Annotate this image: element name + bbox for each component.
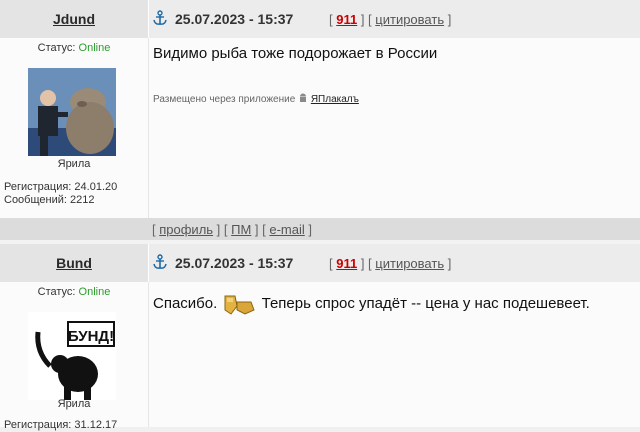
message-count: Сообщений: 2212 bbox=[4, 194, 95, 206]
avatar-image: БУНД! bbox=[35, 321, 115, 400]
anchor-icon[interactable] bbox=[153, 254, 167, 270]
post-actions: [ 911 ] [ цитировать ] bbox=[329, 12, 452, 27]
anchor-icon[interactable] bbox=[153, 10, 167, 26]
message-panel: Спасибо. Теперь спрос упадёт -- цена у н… bbox=[148, 282, 640, 427]
avatar[interactable] bbox=[28, 68, 116, 156]
author-panel: Статус: Online БУНД! Ярила Регистрация: … bbox=[0, 282, 148, 431]
avatar[interactable]: БУНД! bbox=[28, 312, 116, 400]
message-text: Спасибо. Теперь спрос упадёт -- цена у н… bbox=[153, 292, 590, 316]
quote-link[interactable]: цитировать bbox=[375, 256, 444, 271]
status-label: Статус: bbox=[37, 286, 79, 298]
user-meta: Регистрация: 24.01.20 Сообщений: 2212 bbox=[4, 181, 117, 207]
posted-via: Размещено через приложение ЯПлакалъ bbox=[153, 93, 359, 105]
author-cell: Jdund bbox=[0, 0, 148, 38]
post-body: Статус: Online БУНД! Ярила Регистрация: … bbox=[0, 282, 640, 431]
message-text: Видимо рыба тоже подорожает в России bbox=[153, 45, 438, 62]
email-link[interactable]: e-mail bbox=[269, 222, 304, 237]
avatar-caption: БУНД! bbox=[68, 328, 114, 345]
posted-via-label: Размещено через приложение bbox=[153, 94, 296, 105]
forum-post: Jdund 25.07.2023 - 15:37 [ 911 ] [ цитир… bbox=[0, 0, 640, 240]
user-rank: Ярила bbox=[57, 158, 91, 170]
post-number-link[interactable]: 911 bbox=[336, 12, 357, 27]
author-nick-link[interactable]: Jdund bbox=[53, 11, 95, 27]
post-header: Bund 25.07.2023 - 15:37 [ 911 ] [ цитиро… bbox=[0, 244, 640, 282]
registration-date: Регистрация: 31.12.17 bbox=[4, 419, 118, 431]
post-date: 25.07.2023 - 15:37 bbox=[175, 255, 294, 271]
status-online: Online bbox=[78, 286, 111, 298]
status-label: Статус: bbox=[37, 42, 79, 54]
message-text-end: Теперь спрос упадёт -- цена у нас подеше… bbox=[261, 295, 590, 312]
app-link[interactable]: ЯПлакалъ bbox=[311, 94, 359, 105]
post-number-link[interactable]: 911 bbox=[336, 256, 357, 271]
post-actions: [ 911 ] [ цитировать ] bbox=[329, 256, 452, 271]
registration-date: Регистрация: 24.01.20 bbox=[4, 181, 118, 193]
forum-post: Bund 25.07.2023 - 15:37 [ 911 ] [ цитиро… bbox=[0, 244, 640, 431]
post-info-cell: 25.07.2023 - 15:37 [ 911 ] [ цитировать … bbox=[148, 0, 640, 38]
profile-link[interactable]: профиль bbox=[159, 222, 213, 237]
status-line: Статус: Online bbox=[0, 42, 148, 54]
post-info-cell: 25.07.2023 - 15:37 [ 911 ] [ цитировать … bbox=[148, 244, 640, 282]
android-icon bbox=[300, 93, 307, 102]
author-cell: Bund bbox=[0, 244, 148, 282]
message-text-start: Спасибо. bbox=[153, 295, 218, 312]
status-online: Online bbox=[78, 42, 111, 54]
message-panel: Видимо рыба тоже подорожает в России Раз… bbox=[148, 38, 640, 218]
author-nick-link[interactable]: Bund bbox=[56, 255, 92, 271]
post-header: Jdund 25.07.2023 - 15:37 [ 911 ] [ цитир… bbox=[0, 0, 640, 38]
post-date: 25.07.2023 - 15:37 bbox=[175, 11, 294, 27]
user-meta: Регистрация: 31.12.17 bbox=[4, 419, 117, 432]
quote-link[interactable]: цитировать bbox=[375, 12, 444, 27]
author-panel: Статус: Online Ярила Регистрация: 24.01.… bbox=[0, 38, 148, 218]
handshake-smiley-icon bbox=[224, 295, 256, 315]
pm-link[interactable]: ПМ bbox=[231, 222, 251, 237]
status-line: Статус: Online bbox=[0, 286, 148, 298]
post-footer: [ профиль ] [ ПМ ] [ e-mail ] bbox=[0, 218, 640, 240]
footer-links: [ профиль ] [ ПМ ] [ e-mail ] bbox=[152, 222, 313, 237]
user-rank: Ярила bbox=[57, 398, 91, 410]
post-body: Статус: Online Ярила Регистрация: 24.01.… bbox=[0, 38, 640, 218]
